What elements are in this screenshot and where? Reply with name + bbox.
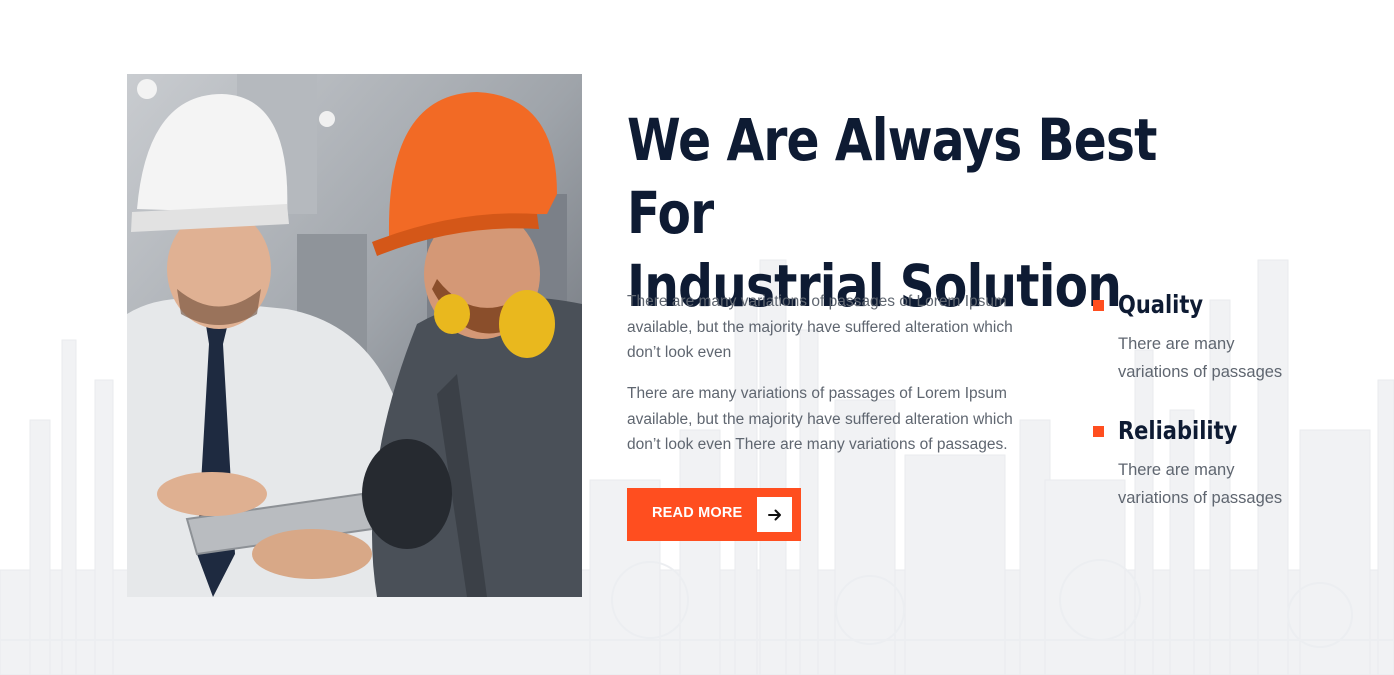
read-more-label: READ MORE [652,505,743,521]
square-bullet-icon [1093,300,1104,311]
intro-paragraph-1: There are many variations of passages of… [627,293,1013,362]
feature-title: Quality [1118,290,1204,319]
feature-title: Reliability [1118,416,1238,445]
arrow-right-icon [757,497,792,532]
about-photo [127,74,582,597]
headline-line-1: We Are Always Best For [627,106,1157,247]
read-more-button[interactable]: READ MORE [627,488,801,541]
square-bullet-icon [1093,426,1104,437]
feature-text: There are many variations of passages [1118,461,1283,507]
intro-paragraph-2: There are many variations of passages of… [627,385,1013,454]
feature-text: There are many variations of passages [1118,335,1283,381]
